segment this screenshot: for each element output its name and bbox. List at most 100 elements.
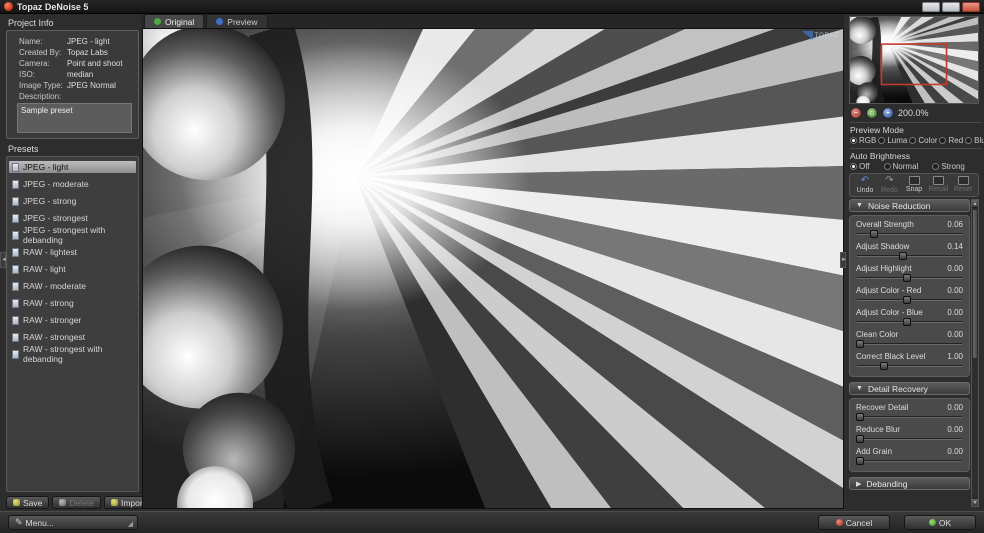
scrollbar-thumb[interactable] <box>972 209 978 359</box>
preset-item[interactable]: RAW - strongest with debanding <box>9 348 136 360</box>
description-field[interactable]: Sample preset <box>17 103 132 133</box>
minimize-button[interactable] <box>922 2 940 12</box>
radio-icon <box>932 163 939 170</box>
scroll-down-icon[interactable]: ▼ <box>972 498 978 506</box>
preset-item[interactable]: JPEG - light <box>9 161 136 173</box>
preset-file-icon <box>12 316 19 325</box>
collapse-left-panel-handle[interactable]: ◄ <box>0 252 6 268</box>
recall-button[interactable]: Recall <box>928 176 950 194</box>
slider-track[interactable] <box>856 362 963 371</box>
radio-off[interactable]: Off <box>850 162 870 171</box>
preset-file-icon <box>12 231 19 240</box>
slider-correct-black-level: Correct Black Level1.00 <box>856 352 963 371</box>
preset-item[interactable]: JPEG - moderate <box>9 178 136 190</box>
main-image <box>143 29 843 508</box>
radio-normal[interactable]: Normal <box>884 162 919 171</box>
slider-thumb[interactable] <box>880 362 888 370</box>
navigator-image <box>850 17 978 103</box>
radio-rgb[interactable]: RGB <box>850 136 876 145</box>
collapse-right-panel-handle[interactable]: ► <box>840 252 846 268</box>
project-field-image-type: Image Type: JPEG Normal <box>19 81 134 90</box>
radio-color[interactable]: Color <box>909 136 937 145</box>
delete-preset-button[interactable]: Delete <box>52 496 101 509</box>
slider-thumb[interactable] <box>856 435 864 443</box>
project-info-title: Project Info <box>8 18 139 28</box>
preview-mode-title: Preview Mode <box>850 122 982 135</box>
topaz-logo-icon <box>802 31 813 40</box>
slider-thumb[interactable] <box>899 252 907 260</box>
preset-item[interactable]: RAW - lightest <box>9 246 136 258</box>
maximize-button[interactable] <box>942 2 960 12</box>
slider-track[interactable] <box>856 435 963 444</box>
preset-item[interactable]: JPEG - strongest with debanding <box>9 229 136 241</box>
save-preset-button[interactable]: Save <box>6 496 49 509</box>
preview-dot-icon <box>216 18 223 25</box>
original-dot-icon <box>154 18 161 25</box>
preset-file-icon <box>12 214 19 223</box>
close-button[interactable] <box>962 2 980 12</box>
section-detail-recovery[interactable]: ▼ Detail Recovery <box>849 382 970 395</box>
project-info-box: Name: JPEG - light Created By: Topaz Lab… <box>6 30 139 139</box>
slider-thumb[interactable] <box>903 318 911 326</box>
scroll-up-icon[interactable]: ▲ <box>972 200 978 208</box>
radio-icon <box>884 163 891 170</box>
section-noise-reduction[interactable]: ▼ Noise Reduction <box>849 199 970 212</box>
zoom-in-icon[interactable]: + <box>882 107 894 119</box>
title-bar: Topaz DeNoise 5 <box>0 0 984 14</box>
radio-red[interactable]: Red <box>939 136 963 145</box>
noise-reduction-sliders: Overall Strength0.06 Adjust Shadow0.14 A… <box>849 215 970 377</box>
slider-track[interactable] <box>856 318 963 327</box>
slider-track[interactable] <box>856 296 963 305</box>
slider-add-grain: Add Grain0.00 <box>856 447 963 466</box>
snap-button[interactable]: Snap <box>903 176 925 194</box>
slider-track[interactable] <box>856 457 963 466</box>
cancel-button[interactable]: Cancel <box>818 515 890 530</box>
preset-file-icon <box>12 333 19 342</box>
cancel-icon <box>836 519 843 526</box>
section-debanding[interactable]: ▶ Debanding <box>849 477 970 490</box>
slider-track[interactable] <box>856 274 963 283</box>
preset-file-icon <box>12 299 19 308</box>
redo-button[interactable]: ↷Redo <box>879 176 901 194</box>
slider-thumb[interactable] <box>856 457 864 465</box>
preview-area: Original Preview TOPAZ <box>142 14 844 509</box>
slider-adjust-color-red: Adjust Color - Red0.00 <box>856 286 963 305</box>
slider-thumb[interactable] <box>856 340 864 348</box>
slider-thumb[interactable] <box>903 274 911 282</box>
navigator-thumbnail[interactable] <box>849 16 979 104</box>
slider-track[interactable] <box>856 252 963 261</box>
slider-thumb[interactable] <box>856 413 864 421</box>
image-canvas[interactable]: TOPAZ <box>142 28 844 509</box>
preset-item[interactable]: RAW - stronger <box>9 314 136 326</box>
radio-luma[interactable]: Luma <box>878 136 907 145</box>
tab-preview[interactable]: Preview <box>206 14 267 28</box>
slider-track[interactable] <box>856 413 963 422</box>
menu-button[interactable]: ✎ Menu... ◢ <box>8 515 138 530</box>
tab-original[interactable]: Original <box>144 14 204 28</box>
slider-thumb[interactable] <box>903 296 911 304</box>
radio-strong[interactable]: Strong <box>932 162 965 171</box>
reset-snap-button[interactable]: Reset <box>952 176 974 194</box>
undo-button[interactable]: ↶Undo <box>854 176 876 194</box>
radio-blue[interactable]: Blue <box>965 136 984 145</box>
zoom-level: 200.0% <box>898 108 929 118</box>
slider-track[interactable] <box>856 230 963 239</box>
preset-item[interactable]: RAW - moderate <box>9 280 136 292</box>
zoom-fit-icon[interactable]: ⌂ <box>866 107 878 119</box>
panel-scrollbar[interactable]: ▲ ▼ <box>971 199 979 507</box>
preset-file-icon <box>12 197 19 206</box>
preset-item[interactable]: RAW - light <box>9 263 136 275</box>
project-field-iso: ISO: median <box>19 70 134 79</box>
right-panel: − ⌂ + 200.0% Preview Mode RGB Luma Color… <box>846 16 982 509</box>
preset-item[interactable]: JPEG - strong <box>9 195 136 207</box>
ok-button[interactable]: OK <box>904 515 976 530</box>
window-title: Topaz DeNoise 5 <box>17 2 88 12</box>
preset-item[interactable]: RAW - strong <box>9 297 136 309</box>
preset-item[interactable]: RAW - strongest <box>9 331 136 343</box>
preset-item[interactable]: JPEG - strongest <box>9 212 136 224</box>
slider-track[interactable] <box>856 340 963 349</box>
preset-file-icon <box>12 163 19 172</box>
preset-file-icon <box>12 248 19 257</box>
slider-thumb[interactable] <box>870 230 878 238</box>
zoom-out-icon[interactable]: − <box>850 107 862 119</box>
